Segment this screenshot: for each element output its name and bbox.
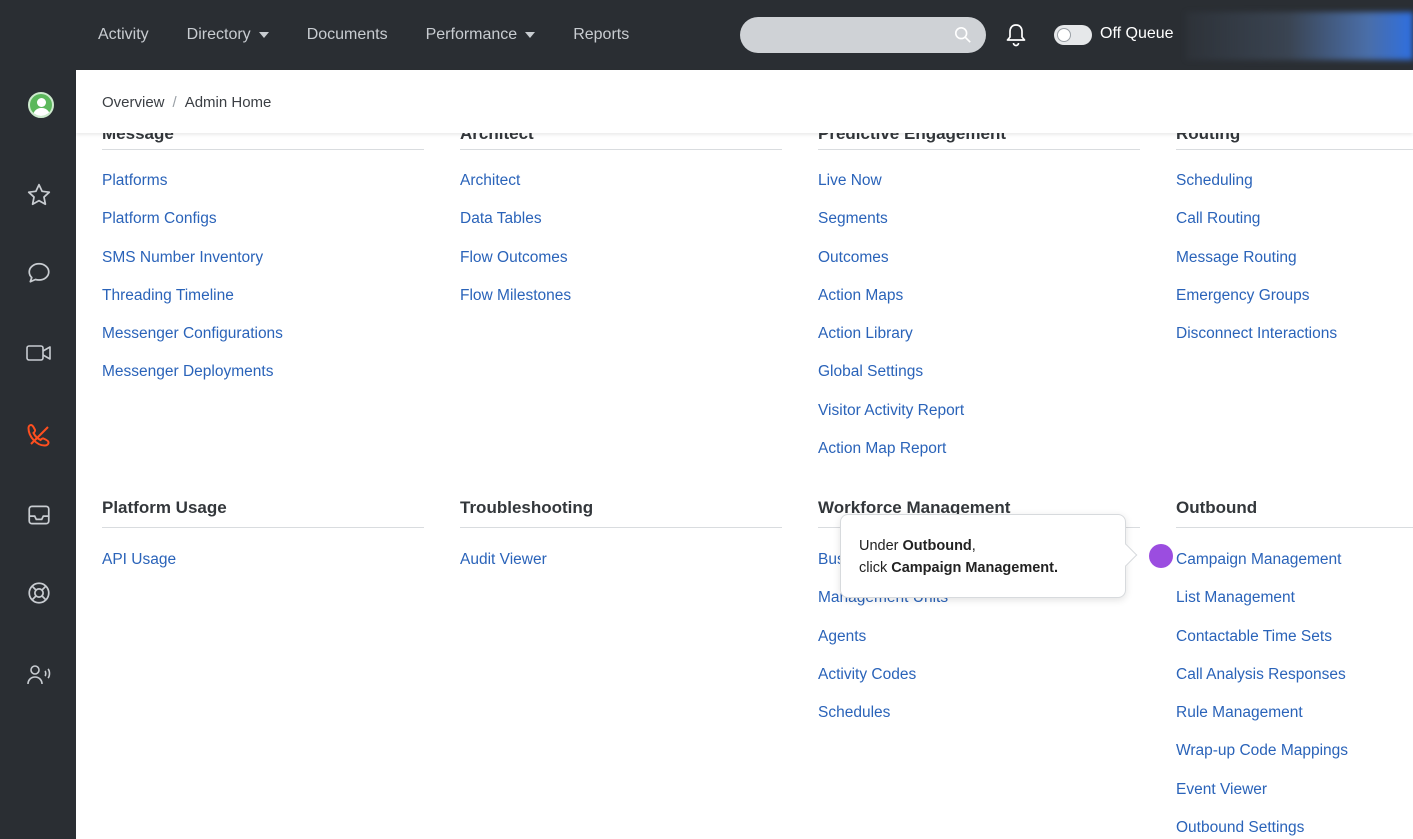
link-wrap-up-code-mappings[interactable]: Wrap-up Code Mappings: [1176, 741, 1348, 779]
divider: [460, 149, 782, 150]
link-architect[interactable]: Architect: [460, 171, 571, 209]
link-flow-milestones[interactable]: Flow Milestones: [460, 286, 571, 324]
divider: [818, 149, 1140, 150]
avatar[interactable]: [28, 92, 54, 118]
search-box: [740, 17, 986, 53]
link-api-usage[interactable]: API Usage: [102, 550, 176, 588]
link-activity-codes[interactable]: Activity Codes: [818, 665, 948, 703]
bell-icon[interactable]: [1004, 22, 1028, 48]
callout-line-2: click Campaign Management.: [859, 557, 1125, 579]
breadcrumb-bar: Overview / Admin Home: [76, 70, 1413, 133]
breadcrumb: Overview / Admin Home: [102, 94, 271, 111]
queue-toggle[interactable]: [1054, 25, 1092, 45]
nav-label: Activity: [98, 26, 149, 43]
video-icon[interactable]: [24, 338, 54, 368]
troubleshooting-links: Audit Viewer: [460, 550, 547, 588]
link-platforms[interactable]: Platforms: [102, 171, 283, 209]
sidebar: [0, 0, 76, 839]
link-messenger-deployments[interactable]: Messenger Deployments: [102, 362, 283, 400]
platform-usage-links: API Usage: [102, 550, 176, 588]
link-outcomes[interactable]: Outcomes: [818, 248, 964, 286]
search-input[interactable]: [740, 17, 986, 53]
divider: [460, 527, 782, 528]
link-contactable-time-sets[interactable]: Contactable Time Sets: [1176, 627, 1348, 665]
link-data-tables[interactable]: Data Tables: [460, 209, 571, 247]
link-global-settings[interactable]: Global Settings: [818, 362, 964, 400]
link-list-management[interactable]: List Management: [1176, 588, 1348, 626]
main-menu: Activity Directory Documents Performance…: [98, 0, 667, 70]
nav-documents[interactable]: Documents: [307, 26, 388, 44]
link-live-now[interactable]: Live Now: [818, 171, 964, 209]
nav-label: Documents: [306, 26, 388, 43]
callout-bold-text: Campaign Management.: [891, 560, 1059, 576]
divider: [102, 149, 424, 150]
routing-links: Scheduling Call Routing Message Routing …: [1176, 171, 1337, 362]
nav-reports[interactable]: Reports: [573, 26, 629, 44]
link-flow-outcomes[interactable]: Flow Outcomes: [460, 248, 571, 286]
star-icon[interactable]: [24, 180, 54, 210]
guide-callout: Under Outbound, click Campaign Managemen…: [840, 514, 1138, 598]
nav-label: Directory: [186, 26, 251, 43]
divider: [102, 527, 424, 528]
link-outbound-settings[interactable]: Outbound Settings: [1176, 818, 1348, 839]
link-rule-management[interactable]: Rule Management: [1176, 703, 1348, 741]
link-agents[interactable]: Agents: [818, 627, 948, 665]
link-disconnect-interactions[interactable]: Disconnect Interactions: [1176, 324, 1337, 362]
link-action-library[interactable]: Action Library: [818, 324, 964, 362]
divider: [1176, 527, 1413, 528]
link-messenger-configurations[interactable]: Messenger Configurations: [102, 324, 283, 362]
top-navigation: Activity Directory Documents Performance…: [0, 0, 1413, 70]
user-menu[interactable]: [1186, 12, 1413, 60]
link-audit-viewer[interactable]: Audit Viewer: [460, 550, 547, 588]
section-title-troubleshooting: Troubleshooting: [460, 498, 594, 517]
link-message-routing[interactable]: Message Routing: [1176, 248, 1337, 286]
caret-down-icon: [258, 32, 269, 38]
chat-icon[interactable]: [24, 258, 54, 288]
caret-down-icon: [525, 32, 536, 38]
nav-activity[interactable]: Activity: [98, 26, 149, 44]
callout-text: ,: [971, 538, 976, 554]
link-call-analysis-responses[interactable]: Call Analysis Responses: [1176, 665, 1348, 703]
link-visitor-activity-report[interactable]: Visitor Activity Report: [818, 401, 964, 439]
queue-toggle-label: Off Queue: [1100, 25, 1174, 42]
phone-icon[interactable]: [24, 420, 54, 450]
link-call-routing[interactable]: Call Routing: [1176, 209, 1337, 247]
link-sms-number-inventory[interactable]: SMS Number Inventory: [102, 248, 283, 286]
link-action-map-report[interactable]: Action Map Report: [818, 439, 964, 477]
search-icon[interactable]: [954, 26, 972, 44]
architect-links: Architect Data Tables Flow Outcomes Flow…: [460, 171, 571, 324]
predictive-engagement-links: Live Now Segments Outcomes Action Maps A…: [818, 171, 964, 477]
nav-directory[interactable]: Directory: [187, 26, 269, 44]
inbox-icon[interactable]: [24, 500, 54, 530]
breadcrumb-overview[interactable]: Overview: [102, 94, 165, 111]
link-platform-configs[interactable]: Platform Configs: [102, 209, 283, 247]
nav-performance[interactable]: Performance: [426, 26, 536, 44]
message-links: Platforms Platform Configs SMS Number In…: [102, 171, 283, 401]
callout-text: Under: [859, 538, 903, 554]
nav-label: Reports: [573, 26, 630, 43]
toggle-knob: [1057, 28, 1071, 42]
section-title-platform-usage: Platform Usage: [102, 498, 227, 517]
callout-bold-text: Outbound: [902, 538, 972, 554]
link-event-viewer[interactable]: Event Viewer: [1176, 780, 1348, 818]
link-scheduling[interactable]: Scheduling: [1176, 171, 1337, 209]
link-action-maps[interactable]: Action Maps: [818, 286, 964, 324]
lifebuoy-icon[interactable]: [24, 578, 54, 608]
link-segments[interactable]: Segments: [818, 209, 964, 247]
link-emergency-groups[interactable]: Emergency Groups: [1176, 286, 1337, 324]
person-voice-icon[interactable]: [24, 660, 54, 690]
outbound-links: Campaign Management List Management Cont…: [1176, 550, 1348, 839]
link-threading-timeline[interactable]: Threading Timeline: [102, 286, 283, 324]
link-schedules[interactable]: Schedules: [818, 703, 948, 741]
link-campaign-management[interactable]: Campaign Management: [1176, 550, 1348, 588]
breadcrumb-current: Admin Home: [184, 94, 272, 111]
highlight-dot: [1149, 544, 1173, 568]
divider: [1176, 149, 1413, 150]
callout-text: click: [859, 560, 892, 576]
breadcrumb-separator: /: [172, 94, 177, 111]
nav-label: Performance: [425, 26, 518, 43]
section-title-outbound: Outbound: [1176, 498, 1258, 517]
callout-line-1: Under Outbound,: [859, 535, 1125, 557]
